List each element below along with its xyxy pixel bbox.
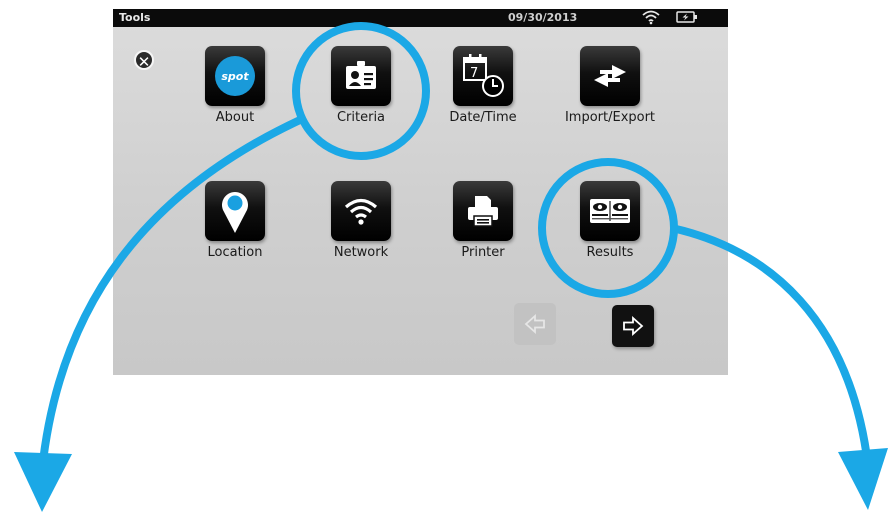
swap-arrows-icon [594, 65, 626, 87]
wifi-icon [344, 198, 378, 225]
location-pin-icon [222, 192, 248, 233]
tool-location-label: Location [207, 245, 263, 260]
tool-import-export[interactable]: Import/Export [555, 46, 665, 166]
battery-charging-icon [676, 11, 698, 26]
tool-results-label: Results [586, 245, 634, 260]
printer-icon [468, 196, 498, 227]
left-arrowhead [14, 452, 72, 512]
tool-printer[interactable]: Printer [428, 181, 538, 301]
tool-results-tile[interactable] [580, 181, 640, 241]
status-date: 09/30/2013 [508, 11, 578, 24]
close-icon[interactable]: ✕ [134, 50, 154, 71]
tool-criteria-tile[interactable] [331, 46, 391, 106]
tool-about[interactable]: spot About [180, 46, 290, 166]
right-arrowhead [838, 448, 888, 510]
id-card-icon [346, 61, 376, 89]
calendar-clock-icon: 7 [463, 54, 504, 97]
tool-printer-label: Printer [461, 245, 505, 260]
status-bar: Tools 09/30/2013 [113, 9, 728, 27]
arrow-right-icon [623, 316, 644, 336]
tool-printer-tile[interactable] [453, 181, 513, 241]
tool-location[interactable]: Location [180, 181, 290, 301]
arrow-left-icon [524, 314, 545, 334]
wifi-icon [642, 10, 660, 28]
tool-import-export-tile[interactable] [580, 46, 640, 106]
tool-datetime-tile[interactable]: 7 [453, 46, 513, 106]
tool-import-export-label: Import/Export [564, 110, 656, 125]
spot-logo-text: spot [221, 69, 249, 83]
tool-datetime[interactable]: 7 Date/Time [428, 46, 538, 166]
eye-results-icon [590, 199, 630, 223]
screen-title: Tools [119, 11, 151, 24]
tool-network-label: Network [333, 245, 389, 260]
tool-location-tile[interactable] [205, 181, 265, 241]
tool-datetime-label: Date/Time [449, 110, 517, 125]
tool-network-tile[interactable] [331, 181, 391, 241]
tools-screen: Tools 09/30/2013 ✕ spot About Criteria 7… [113, 9, 728, 375]
tool-criteria-label: Criteria [336, 110, 386, 125]
tool-network[interactable]: Network [306, 181, 416, 301]
previous-page-button [514, 303, 556, 345]
spot-logo-icon: spot [215, 56, 255, 96]
next-page-button[interactable] [612, 305, 654, 347]
tool-criteria[interactable]: Criteria [306, 46, 416, 166]
tool-about-tile[interactable]: spot [205, 46, 265, 106]
tool-results[interactable]: Results [555, 181, 665, 301]
tool-about-label: About [215, 110, 255, 125]
calendar-day: 7 [470, 66, 478, 81]
